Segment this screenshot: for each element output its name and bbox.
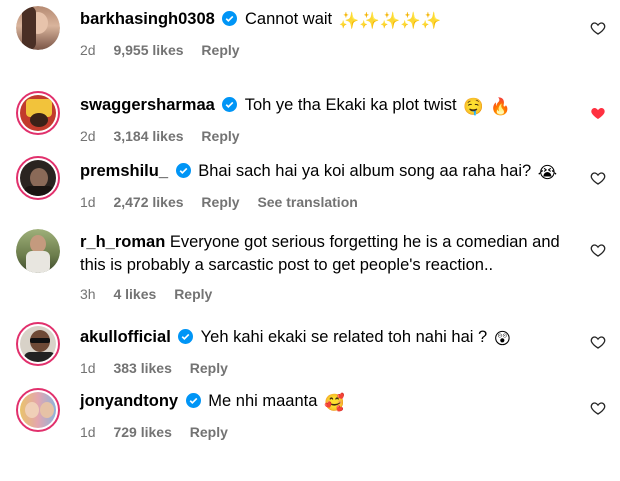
comment-username[interactable]: akullofficial — [80, 328, 171, 346]
verified-badge-icon — [222, 97, 238, 112]
comment-text: Toh ye tha Ekaki ka plot twist — [244, 96, 457, 114]
comment-username[interactable]: jonyandtony — [80, 392, 178, 410]
comment-likes[interactable]: 9,955 likes — [113, 42, 183, 58]
comment-likes[interactable]: 2,472 likes — [113, 194, 183, 210]
comment-username[interactable]: r_h_roman — [80, 233, 165, 251]
comment-time: 2d — [80, 128, 96, 144]
drooling-face-emoji: 🤤 — [463, 98, 484, 116]
reply-button[interactable]: Reply — [201, 128, 239, 144]
avatar[interactable] — [16, 6, 60, 50]
reply-button[interactable]: Reply — [201, 194, 239, 210]
like-heart-icon[interactable] — [590, 242, 606, 258]
fire-emoji: 🔥 — [490, 98, 511, 116]
avatar[interactable] — [16, 156, 60, 200]
comment-likes[interactable]: 729 likes — [113, 424, 171, 440]
avatar[interactable] — [16, 91, 60, 135]
reply-button[interactable]: Reply — [190, 424, 228, 440]
comment-text: Bhai sach hai ya koi album song aa raha … — [198, 162, 532, 180]
like-heart-icon[interactable] — [590, 400, 606, 416]
comment-likes[interactable]: 4 likes — [113, 286, 156, 302]
smiling-hearts-emoji: 🥰 — [324, 394, 345, 412]
comment-username[interactable]: premshilu_ — [80, 162, 168, 180]
comment-text: Cannot wait — [245, 10, 333, 28]
comment-time: 2d — [80, 42, 96, 58]
comment-time: 3h — [80, 286, 96, 302]
like-heart-icon[interactable] — [590, 334, 606, 350]
avatar[interactable] — [16, 388, 60, 432]
reply-button[interactable]: Reply — [201, 42, 239, 58]
comment-text: Yeh kahi ekaki se related toh nahi hai ? — [200, 328, 488, 346]
comment-time: 1d — [80, 424, 96, 440]
comment-likes[interactable]: 383 likes — [113, 360, 171, 376]
avatar[interactable] — [16, 322, 60, 366]
crying-face-emoji: 😭 — [537, 164, 558, 182]
like-heart-icon-filled[interactable] — [590, 105, 606, 121]
verified-badge-icon — [178, 329, 194, 344]
see-translation-link[interactable]: See translation — [257, 194, 357, 210]
comment-username[interactable]: barkhasingh0308 — [80, 10, 215, 28]
reply-button[interactable]: Reply — [174, 286, 212, 302]
face-with-open-mouth-emoji: 😲 — [493, 330, 511, 348]
verified-badge-icon — [175, 163, 191, 178]
comment-text: Me nhi maanta — [208, 392, 318, 410]
avatar[interactable] — [16, 229, 60, 273]
sparkles-emoji: ✨✨✨✨✨ — [338, 12, 442, 30]
comment-time: 1d — [80, 360, 96, 376]
comment-likes[interactable]: 3,184 likes — [113, 128, 183, 144]
verified-badge-icon — [185, 393, 201, 408]
reply-button[interactable]: Reply — [190, 360, 228, 376]
comment-username[interactable]: swaggersharmaa — [80, 96, 215, 114]
comment-time: 1d — [80, 194, 96, 210]
verified-badge-icon — [222, 11, 238, 26]
like-heart-icon[interactable] — [590, 170, 606, 186]
like-heart-icon[interactable] — [590, 20, 606, 36]
